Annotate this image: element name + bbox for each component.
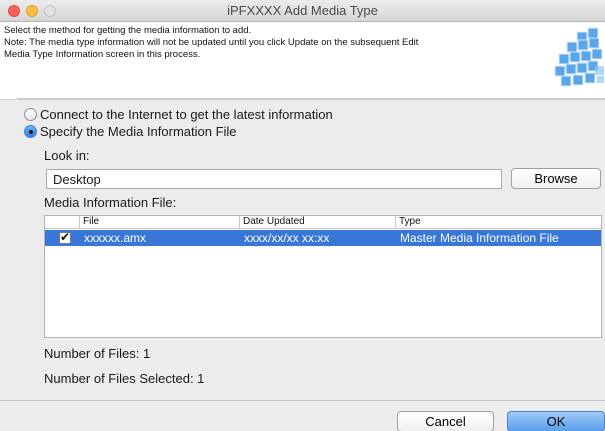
instruction-line-1: Select the method for getting the media … (4, 25, 252, 36)
column-header-file[interactable]: File (79, 216, 239, 229)
browse-button[interactable]: Browse (511, 168, 601, 189)
cancel-button[interactable]: Cancel (397, 411, 494, 431)
dialog-footer: Cancel OK (0, 400, 605, 431)
add-media-type-window: iPFXXXX Add Media Type Select the method… (0, 0, 605, 431)
internet-radio[interactable] (24, 108, 37, 121)
media-cube-logo-icon (554, 27, 604, 87)
file-option-label: Specify the Media Information File (40, 124, 237, 139)
instruction-line-3: Media Type Information screen in this pr… (4, 49, 201, 60)
row-checkbox[interactable] (59, 230, 71, 244)
row-date-cell: xxxx/xx/xx xx:xx (244, 231, 330, 245)
file-radio[interactable] (24, 125, 37, 138)
ok-button[interactable]: OK (507, 411, 605, 431)
instruction-line-2: Note: The media type information will no… (4, 37, 419, 48)
selected-count-text: Number of Files Selected: 1 (44, 371, 205, 386)
lookin-field[interactable]: Desktop (46, 169, 502, 189)
column-header-date[interactable]: Date Updated (239, 216, 395, 229)
window-title: iPFXXXX Add Media Type (227, 3, 378, 18)
media-file-table[interactable]: File Date Updated Type xxxxxx.amx xxxx/x… (44, 215, 602, 338)
lookin-label: Look in: (44, 148, 90, 163)
file-count-text: Number of Files: 1 (44, 346, 151, 361)
instruction-header: Select the method for getting the media … (0, 22, 605, 100)
table-row[interactable]: xxxxxx.amx xxxx/xx/xx xx:xx Master Media… (45, 230, 601, 246)
media-file-label: Media Information File: (44, 195, 177, 210)
internet-option-label: Connect to the Internet to get the lates… (40, 107, 333, 122)
row-file-cell: xxxxxx.amx (84, 231, 147, 245)
internet-option[interactable]: Connect to the Internet to get the lates… (24, 107, 333, 122)
column-header-type[interactable]: Type (395, 216, 589, 229)
table-header: File Date Updated Type (45, 216, 601, 229)
row-type-cell: Master Media Information File (400, 231, 559, 245)
title-bar: iPFXXXX Add Media Type (0, 0, 605, 22)
instruction-text: Select the method for getting the media … (4, 25, 418, 61)
file-option[interactable]: Specify the Media Information File (24, 124, 237, 139)
